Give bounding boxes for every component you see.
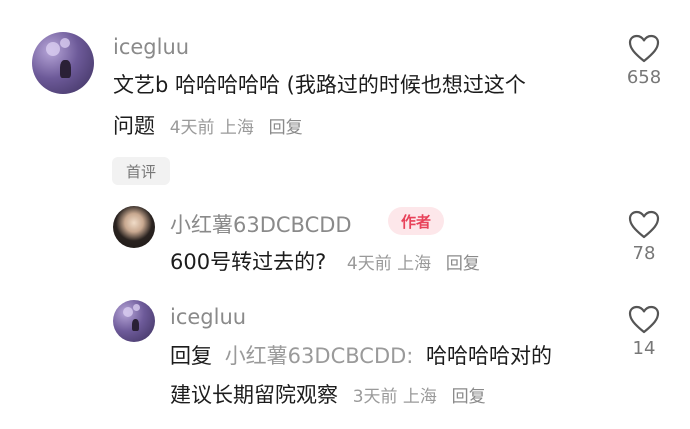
comment-username[interactable]: icegluu: [113, 35, 189, 59]
reply-target-username[interactable]: 小红薯63DCBCDD:: [225, 344, 414, 368]
comment-text-line2: 问题: [113, 114, 155, 138]
reply-text: 600号转过去的? 4天前 上海 回复: [170, 244, 480, 283]
heart-outline-icon: [628, 210, 660, 239]
comment-meta: 4天前 上海: [169, 118, 254, 138]
reply-username[interactable]: 小红薯63DCBCDD: [170, 209, 352, 239]
like-button[interactable]: 78: [614, 210, 674, 264]
reply-prefix: 回复: [170, 344, 212, 368]
first-comment-badge: 首评: [112, 157, 170, 185]
like-count: 14: [632, 338, 656, 359]
avatar[interactable]: [113, 206, 155, 248]
heart-outline-icon: [628, 305, 660, 334]
avatar[interactable]: [113, 300, 155, 342]
reply-text-cont: 建议长期留院观察 3天前 上海 回复: [170, 377, 486, 416]
comment-text-cont: 问题 4天前 上海 回复: [113, 108, 303, 147]
like-count: 78: [632, 243, 656, 264]
like-count: 658: [626, 67, 662, 88]
author-badge: 作者: [388, 207, 444, 235]
reply-text-line2: 建议长期留院观察: [170, 383, 338, 407]
reply-button[interactable]: 回复: [446, 254, 480, 274]
reply-button[interactable]: 回复: [452, 387, 486, 407]
comment-text-line1: 文艺b 哈哈哈哈哈 (我路过的时候也想过这个: [113, 73, 526, 97]
reply-button[interactable]: 回复: [269, 118, 303, 138]
like-button[interactable]: 14: [614, 305, 674, 359]
reply-text-line1: 哈哈哈哈对的: [426, 344, 553, 368]
heart-outline-icon: [628, 34, 660, 63]
avatar[interactable]: [32, 32, 94, 94]
like-button[interactable]: 658: [614, 34, 674, 88]
reply-text: 回复 小红薯63DCBCDD: 哈哈哈哈对的: [170, 338, 552, 375]
reply-meta: 4天前 上海: [346, 254, 432, 274]
reply-text-content: 600号转过去的?: [170, 250, 327, 274]
reply-username[interactable]: icegluu: [170, 305, 246, 329]
reply-meta: 3天前 上海: [352, 387, 437, 407]
comment-text: 文艺b 哈哈哈哈哈 (我路过的时候也想过这个: [113, 67, 526, 104]
